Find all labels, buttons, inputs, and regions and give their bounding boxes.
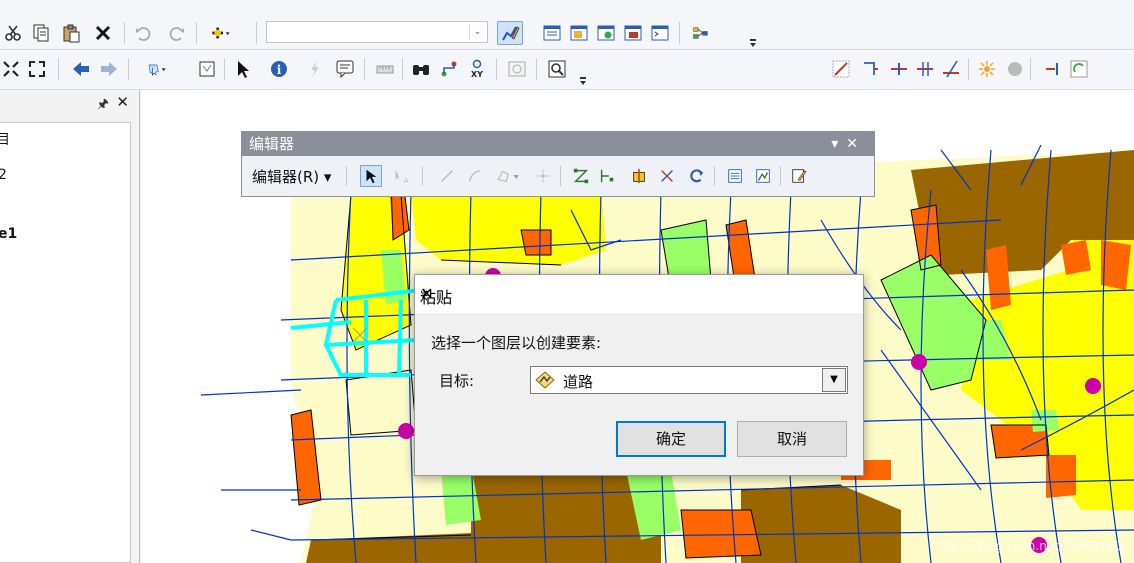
paste-icon[interactable]: [60, 22, 82, 44]
delete-icon[interactable]: [92, 22, 114, 44]
redo-icon[interactable]: [166, 22, 188, 44]
python-window-icon[interactable]: [649, 22, 671, 44]
standard-toolbar: ⌄: [0, 0, 1134, 50]
dropdown-arrow-icon[interactable]: ▼: [822, 368, 846, 392]
edit-tool-icon[interactable]: [360, 165, 382, 187]
editor-toolbar-title-text: 编辑器: [249, 135, 295, 153]
clear-selection-icon[interactable]: [196, 58, 218, 80]
target-layer-select[interactable]: 道路 ▼: [530, 366, 848, 394]
editor-toolbar-title[interactable]: 编辑器 ▾✕: [242, 132, 874, 156]
attributes-icon[interactable]: [724, 165, 746, 187]
forward-extent-icon[interactable]: [98, 58, 120, 80]
zoom-fixed-in-icon[interactable]: [0, 58, 22, 80]
construct-icon[interactable]: [940, 58, 962, 80]
table-of-contents-icon[interactable]: [541, 22, 563, 44]
refresh-topology-icon[interactable]: [1068, 58, 1090, 80]
error-inspector-icon[interactable]: [976, 58, 998, 80]
pin-icon[interactable]: 🖈: [97, 95, 109, 117]
copy-icon[interactable]: [30, 22, 52, 44]
reshape-feature-icon[interactable]: [596, 165, 618, 187]
end-point-arc-icon[interactable]: [464, 165, 486, 187]
find-icon[interactable]: [410, 58, 432, 80]
zoom-fixed-out-icon[interactable]: [26, 58, 48, 80]
ok-button[interactable]: 确定: [616, 421, 726, 457]
select-elements-icon[interactable]: [232, 58, 254, 80]
toc-item[interactable]: 2: [0, 167, 7, 183]
editor-toolbar-icon[interactable]: [497, 21, 523, 45]
catalog-icon[interactable]: [568, 22, 590, 44]
dialog-titlebar[interactable]: 粘贴 ✕: [415, 275, 863, 313]
close-panel-icon[interactable]: ✕: [116, 93, 129, 111]
target-layer-value: 道路: [563, 373, 594, 391]
arctoolbox-icon[interactable]: [622, 22, 644, 44]
rotate-tool-icon[interactable]: [686, 165, 708, 187]
search-window-icon[interactable]: [595, 22, 617, 44]
add-data-icon[interactable]: [204, 22, 238, 44]
toc-item[interactable]: e1: [0, 226, 17, 242]
edit-annotation-icon[interactable]: A: [390, 165, 412, 187]
validate-icon[interactable]: [1004, 58, 1026, 80]
scale-combobox[interactable]: ⌄: [266, 21, 488, 43]
extend-trim-icon[interactable]: [860, 58, 882, 80]
line-layer-icon: [535, 371, 555, 389]
editor-toolbar-controls[interactable]: ▾✕: [831, 132, 866, 156]
toc-item[interactable]: 目: [0, 129, 10, 149]
split-tool-icon[interactable]: [656, 165, 678, 187]
identify-icon[interactable]: i: [268, 58, 290, 80]
html-popup-icon[interactable]: [334, 58, 356, 80]
table-of-contents-panel: 🖈 ✕ 目 2 e1: [0, 90, 140, 563]
cancel-button[interactable]: 取消: [737, 421, 847, 457]
find-route-icon[interactable]: [438, 58, 460, 80]
split-line-icon[interactable]: [888, 58, 910, 80]
close-icon[interactable]: ✕: [420, 284, 849, 303]
target-label: 目标:: [439, 372, 475, 390]
hyperlink-icon[interactable]: [304, 58, 326, 80]
toc-tree: 目 2 e1: [0, 122, 131, 563]
dialog-prompt: 选择一个图层以创建要素:: [431, 334, 602, 352]
edit-vertices-icon[interactable]: [570, 165, 592, 187]
watermark-text: https://blog.csdn.net/S3802603: [934, 539, 1124, 553]
svg-text:A: A: [404, 176, 409, 185]
time-slider-icon[interactable]: [506, 58, 528, 80]
tools-toolbar: i XY: [0, 50, 1134, 90]
trace-icon[interactable]: [492, 165, 526, 187]
merge-icon[interactable]: [1042, 58, 1064, 80]
undo-icon[interactable]: [132, 22, 154, 44]
toolbar-overflow-icon[interactable]: [748, 30, 758, 52]
svg-text:i: i: [277, 63, 282, 77]
cut-icon[interactable]: [2, 22, 24, 44]
tools-overflow-icon[interactable]: [578, 70, 588, 92]
select-features-icon[interactable]: [140, 58, 174, 80]
back-extent-icon[interactable]: [70, 58, 92, 80]
straight-segment-icon[interactable]: [436, 165, 458, 187]
editor-menu[interactable]: 编辑器(R) ▾: [252, 166, 331, 187]
paste-dialog: 粘贴 ✕ 选择一个图层以创建要素: 目标: 道路 ▼ 确定 取消: [414, 274, 864, 476]
magnifier-icon[interactable]: [546, 58, 568, 80]
point-icon[interactable]: [532, 165, 554, 187]
intersect-icon[interactable]: [914, 58, 936, 80]
model-builder-icon[interactable]: [687, 22, 717, 44]
measure-icon[interactable]: [374, 58, 396, 80]
sketch-properties-icon[interactable]: [752, 165, 774, 187]
cut-polygons-icon[interactable]: [628, 165, 650, 187]
editor-toolbar: 编辑器 ▾✕ 编辑器(R) ▾ A: [241, 131, 875, 197]
create-features-icon[interactable]: [788, 165, 810, 187]
svg-text:XY: XY: [471, 70, 483, 79]
topology-edit-icon[interactable]: [830, 58, 852, 80]
go-to-xy-icon[interactable]: XY: [466, 58, 488, 80]
